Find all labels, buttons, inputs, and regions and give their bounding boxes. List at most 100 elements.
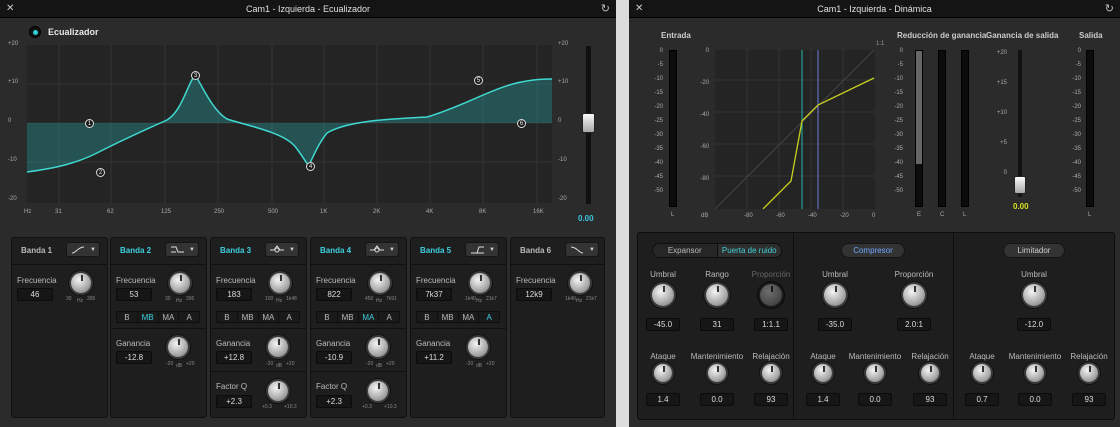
band-type-A[interactable]: A (379, 312, 399, 322)
output-gain-fader-track[interactable] (1018, 50, 1022, 197)
dyn-knob[interactable] (824, 284, 846, 306)
freq-value[interactable]: 822 (316, 288, 352, 301)
band-marker[interactable]: 6 (517, 119, 526, 128)
freq-value[interactable]: 183 (216, 288, 252, 301)
dyn-knob[interactable] (973, 364, 991, 382)
dyn-knob[interactable] (903, 284, 925, 306)
knob-value[interactable]: 93 (754, 393, 788, 406)
band-marker[interactable]: 3 (191, 71, 200, 80)
knob-value[interactable]: 0.0 (858, 393, 892, 406)
q-value[interactable]: +2.3 (216, 395, 252, 408)
eq-toggle[interactable] (29, 26, 41, 38)
close-icon[interactable]: ✕ (635, 3, 643, 14)
dyn-knob[interactable] (1080, 364, 1098, 382)
knob-value[interactable]: 1.4 (646, 393, 680, 406)
band-type-A[interactable]: A (479, 312, 499, 322)
compressor-button[interactable]: Compresor (841, 243, 905, 258)
dyn-knob[interactable] (652, 284, 674, 306)
band-shape-dropdown[interactable]: ▼ (165, 242, 199, 257)
gain-value[interactable]: -10.9 (316, 351, 352, 364)
band-name[interactable]: Banda 5 (420, 246, 451, 255)
band-type-MB[interactable]: MB (438, 312, 459, 322)
dyn-knob[interactable] (866, 364, 884, 382)
band-type-MA[interactable]: MA (459, 312, 480, 322)
band-name[interactable]: Banda 3 (220, 246, 251, 255)
band-type-selector[interactable]: B MB MA A (416, 311, 500, 323)
knob-value[interactable]: 31 (700, 318, 734, 331)
band-shape-dropdown[interactable]: ▼ (66, 242, 100, 257)
band-marker[interactable]: 1 (85, 119, 94, 128)
band-type-MA[interactable]: MA (359, 312, 380, 322)
dyn-knob[interactable] (814, 364, 832, 382)
band-name[interactable]: Banda 1 (21, 246, 52, 255)
dyn-knob[interactable] (921, 364, 939, 382)
band-type-B[interactable]: B (117, 312, 138, 322)
knob-value[interactable]: -45.0 (646, 318, 680, 331)
band-type-MA[interactable]: MA (159, 312, 180, 322)
freq-knob[interactable] (570, 273, 590, 293)
output-gain-fader-handle[interactable] (1014, 176, 1026, 194)
expander-gate-selector[interactable]: Expansor Puerta de ruido (652, 243, 782, 258)
freq-knob[interactable] (370, 273, 390, 293)
gain-knob[interactable] (168, 337, 188, 357)
band-type-selector[interactable]: B MB MA A (216, 311, 300, 323)
band-marker[interactable]: 5 (474, 76, 483, 85)
band-type-B[interactable]: B (217, 312, 238, 322)
band-type-A[interactable]: A (279, 312, 299, 322)
band-shape-dropdown[interactable]: ▼ (265, 242, 299, 257)
freq-value[interactable]: 46 (17, 288, 53, 301)
dyn-knob[interactable] (654, 364, 672, 382)
band-type-A[interactable]: A (179, 312, 199, 322)
knob-value[interactable]: -35.0 (818, 318, 852, 331)
band-name[interactable]: Banda 4 (320, 246, 351, 255)
knob-value[interactable]: 0.7 (965, 393, 999, 406)
eq-master-fader-handle[interactable] (582, 113, 595, 133)
dyn-knob[interactable] (1023, 284, 1045, 306)
band-type-selector[interactable]: B MB MA A (316, 311, 400, 323)
q-knob[interactable] (268, 381, 288, 401)
q-value[interactable]: +2.3 (316, 395, 352, 408)
freq-value[interactable]: 53 (116, 288, 152, 301)
q-knob[interactable] (368, 381, 388, 401)
knob-value[interactable]: 93 (1072, 393, 1106, 406)
band-shape-dropdown[interactable]: ▼ (565, 242, 599, 257)
reset-icon[interactable]: ↻ (601, 2, 610, 15)
freq-knob[interactable] (170, 273, 190, 293)
freq-value[interactable]: 7k37 (416, 288, 452, 301)
band-type-MB[interactable]: MB (238, 312, 259, 322)
band-name[interactable]: Banda 6 (520, 246, 551, 255)
knob-value[interactable]: -12.0 (1017, 318, 1051, 331)
band-type-B[interactable]: B (317, 312, 338, 322)
dyn-knob[interactable] (762, 364, 780, 382)
band-type-selector[interactable]: B MB MA A (116, 311, 200, 323)
band-type-MA[interactable]: MA (259, 312, 280, 322)
gain-value[interactable]: +12.8 (216, 351, 252, 364)
knob-value[interactable]: 2.0:1 (897, 318, 931, 331)
gain-value[interactable]: +11.2 (416, 351, 452, 364)
freq-value[interactable]: 12k9 (516, 288, 552, 301)
close-icon[interactable]: ✕ (6, 3, 14, 14)
knob-value[interactable]: 0.0 (1018, 393, 1052, 406)
dyn-knob[interactable] (708, 364, 726, 382)
band-marker[interactable]: 4 (306, 162, 315, 171)
knob-value[interactable]: 1.4 (806, 393, 840, 406)
dyn-knob[interactable] (1026, 364, 1044, 382)
band-marker[interactable]: 2 (96, 168, 105, 177)
expander-tab[interactable]: Expansor (653, 244, 718, 257)
band-type-MB[interactable]: MB (338, 312, 359, 322)
reset-icon[interactable]: ↻ (1105, 2, 1114, 15)
dyn-knob[interactable] (706, 284, 728, 306)
band-type-B[interactable]: B (417, 312, 438, 322)
knob-value[interactable]: 93 (913, 393, 947, 406)
eq-graph[interactable] (27, 45, 552, 203)
freq-knob[interactable] (270, 273, 290, 293)
gain-knob[interactable] (468, 337, 488, 357)
noise-gate-tab[interactable]: Puerta de ruido (717, 244, 781, 257)
freq-knob[interactable] (71, 273, 91, 293)
band-name[interactable]: Banda 2 (120, 246, 151, 255)
gain-knob[interactable] (368, 337, 388, 357)
band-shape-dropdown[interactable]: ▼ (365, 242, 399, 257)
band-type-MB[interactable]: MB (138, 312, 159, 322)
band-shape-dropdown[interactable]: ▼ (465, 242, 499, 257)
knob-value[interactable]: 0.0 (700, 393, 734, 406)
